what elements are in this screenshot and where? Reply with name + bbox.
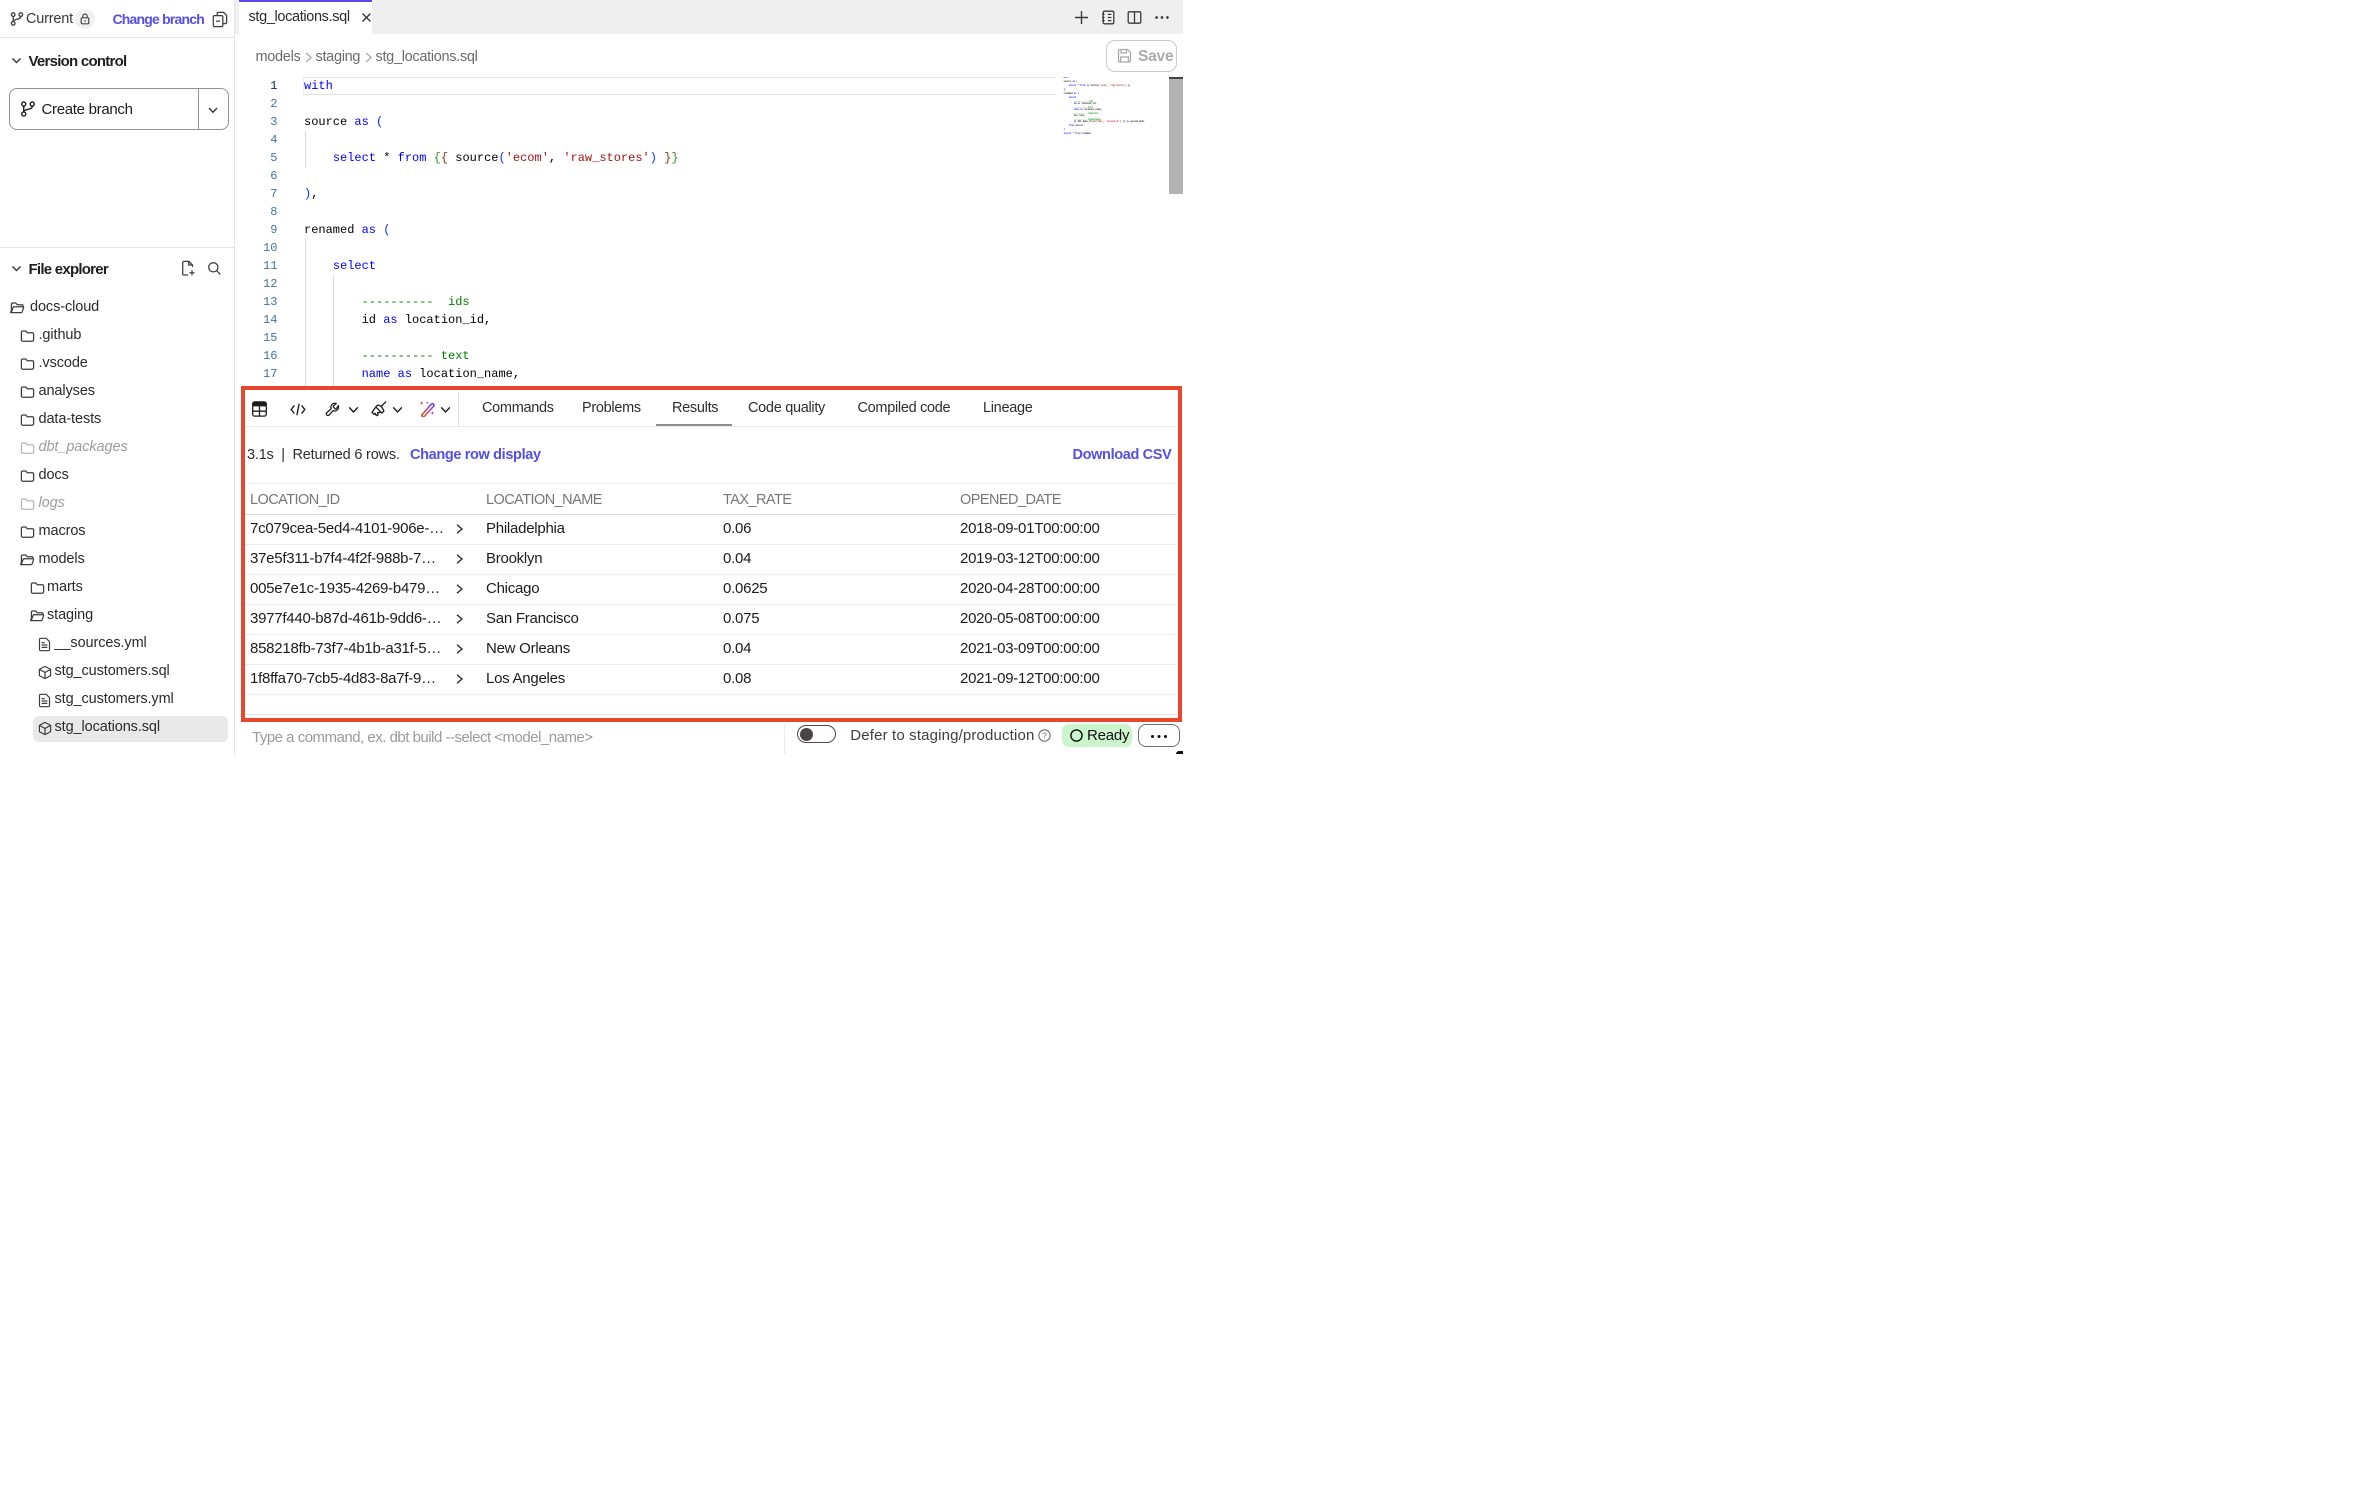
svg-text:?: ?: [1042, 731, 1047, 740]
